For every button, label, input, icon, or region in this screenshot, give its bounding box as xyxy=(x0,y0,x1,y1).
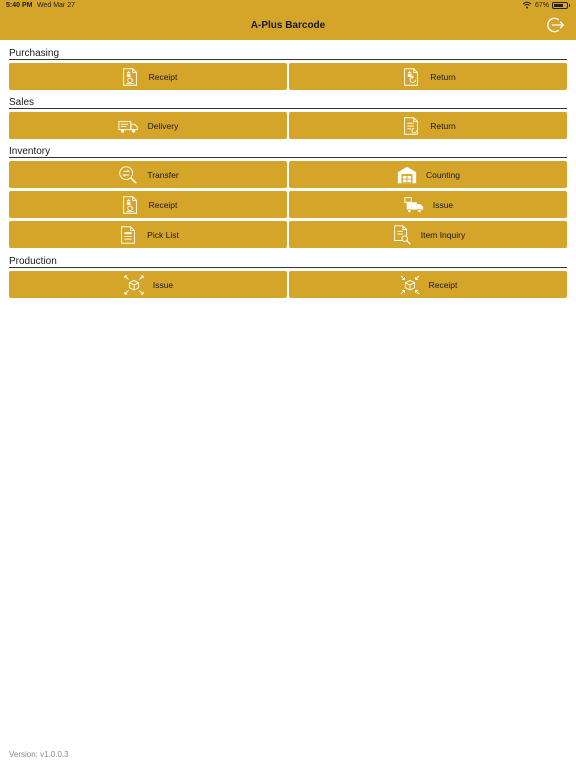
status-time: 5:40 PM xyxy=(6,2,33,9)
sales-delivery-button[interactable]: Delivery xyxy=(9,112,287,139)
box-expand-icon xyxy=(124,274,144,295)
section-title-sales: Sales xyxy=(9,96,567,109)
section-title-inventory: Inventory xyxy=(9,145,567,158)
battery-percent: 67% xyxy=(534,1,549,9)
section-title-production: Production xyxy=(9,255,567,268)
tile-label: Return xyxy=(430,120,456,131)
production-issue-button[interactable]: Issue xyxy=(9,271,287,298)
production-receipt-button[interactable]: Receipt xyxy=(289,271,567,298)
issue-truck-icon xyxy=(404,196,423,213)
warehouse-icon xyxy=(397,166,417,183)
tile-label: Issue xyxy=(152,279,174,290)
section-production: Production Issue Receipt xyxy=(9,255,567,298)
inventory-item-inquiry-button[interactable]: Item Inquiry xyxy=(289,221,567,248)
inventory-counting-button[interactable]: Counting xyxy=(289,161,567,188)
pick-list-icon xyxy=(121,225,136,244)
tile-label: Receipt xyxy=(428,279,458,290)
inventory-issue-button[interactable]: Issue xyxy=(289,191,567,218)
purchasing-receipt-button[interactable]: Receipt xyxy=(9,63,287,90)
logout-icon[interactable] xyxy=(545,15,565,35)
inventory-pick-list-button[interactable]: Pick List xyxy=(9,221,287,248)
status-date: Wed Mar 27 xyxy=(37,2,75,9)
transfer-icon xyxy=(119,165,138,184)
tile-label: Counting xyxy=(425,169,461,180)
tile-label: Transfer xyxy=(147,169,179,180)
tile-label: Receipt xyxy=(148,71,178,82)
section-purchasing: Purchasing Receipt Return xyxy=(9,47,567,90)
return-doc-icon xyxy=(404,116,419,135)
tile-label: Pick List xyxy=(147,229,179,240)
box-collapse-icon xyxy=(400,275,420,294)
tile-label: Return xyxy=(430,71,456,82)
inventory-receipt-button[interactable]: Receipt xyxy=(9,191,287,218)
tile-label: Issue xyxy=(432,199,454,210)
status-bar: 5:40 PM Wed Mar 27 67% xyxy=(0,0,576,12)
wifi-icon xyxy=(522,1,532,9)
receipt-doc-icon xyxy=(122,67,137,86)
return-doc-icon xyxy=(404,67,419,86)
tile-label: Item Inquiry xyxy=(420,229,466,240)
page-title: A-Plus Barcode xyxy=(250,20,326,31)
section-inventory: Inventory Transfer Counting Receipt Issu… xyxy=(9,145,567,248)
sales-return-button[interactable]: Return xyxy=(289,112,567,139)
receipt-doc-icon xyxy=(122,195,137,214)
battery-icon xyxy=(552,1,570,9)
delivery-truck-icon xyxy=(118,120,138,133)
purchasing-return-button[interactable]: Return xyxy=(289,63,567,90)
section-title-purchasing: Purchasing xyxy=(9,47,567,60)
inventory-transfer-button[interactable]: Transfer xyxy=(9,161,287,188)
status-right: 67% xyxy=(522,1,570,9)
version-label: Version: v1.0.0.3 xyxy=(9,750,69,759)
tile-label: Receipt xyxy=(148,199,178,210)
top-bar: 5:40 PM Wed Mar 27 67% A-Plus Barcode xyxy=(0,0,576,40)
item-inquiry-icon xyxy=(394,224,411,245)
tile-label: Delivery xyxy=(147,120,179,131)
section-sales: Sales Delivery Return xyxy=(9,96,567,139)
